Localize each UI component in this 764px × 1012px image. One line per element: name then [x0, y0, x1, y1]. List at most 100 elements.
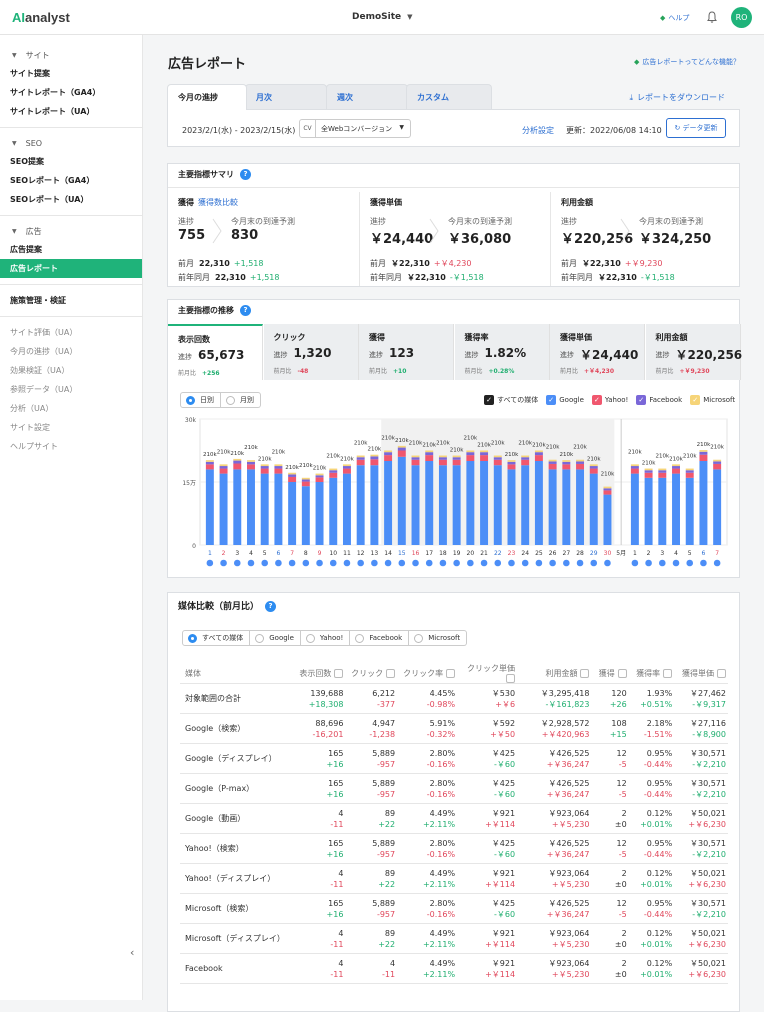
info-marker-icon	[659, 559, 666, 567]
download-report-link[interactable]: ⤓ レポートをダウンロード	[629, 92, 725, 103]
sidebar-item-effect[interactable]: 効果検証（UA）	[0, 361, 142, 380]
sidebar-item-analysis[interactable]: 分析（UA）	[0, 399, 142, 418]
bar-segment	[356, 455, 365, 458]
column-header[interactable]: 獲得単価	[674, 663, 728, 684]
table-cell: ￥923,064 +￥5,230	[517, 923, 592, 954]
x-tick-label: 21	[480, 550, 488, 557]
table-cell: 12 -5	[591, 833, 629, 864]
bar-data-label: 210k	[354, 441, 368, 447]
table-cell: ￥592 +￥50	[457, 713, 518, 744]
analysis-settings-link[interactable]: 分析設定	[522, 125, 554, 136]
sidebar-item-monthly-progress[interactable]: 今月の進捗（UA）	[0, 342, 142, 361]
column-header[interactable]: 表示回数	[293, 663, 346, 684]
sidebar-item-seo-report-ga4[interactable]: SEOレポート（GA4）	[0, 171, 142, 190]
info-marker-icon	[288, 559, 296, 567]
bar-segment	[658, 472, 667, 478]
table-cell: 4.49% +2.11%	[397, 953, 458, 984]
tab-weekly[interactable]: 週次	[326, 84, 408, 110]
bar-segment	[452, 465, 461, 545]
bar-segment	[315, 473, 324, 476]
bar-segment	[342, 468, 351, 474]
question-icon[interactable]: ?	[265, 601, 277, 612]
question-icon[interactable]: ?	[240, 169, 251, 180]
media-filter-option[interactable]: Facebook	[350, 630, 410, 646]
bar-segment	[589, 468, 598, 474]
tab-monthly[interactable]: 月次	[245, 84, 327, 110]
info-marker-icon	[521, 559, 529, 567]
sidebar-item-site-report-ua[interactable]: サイトレポート（UA）	[0, 102, 142, 121]
tab-this-month[interactable]: 今月の進捗	[167, 84, 247, 110]
column-header[interactable]: 利用金額	[517, 663, 592, 684]
sidebar-item-site-settings[interactable]: サイト設定	[0, 418, 142, 437]
table-cell: ￥923,064 +￥5,230	[517, 863, 592, 894]
checkbox-icon[interactable]	[446, 668, 456, 678]
avatar[interactable]: RO	[731, 7, 752, 28]
cv-value: 全Webコンバージョン	[321, 125, 393, 133]
media-filter-option[interactable]: Microsoft	[409, 630, 468, 646]
sidebar-item-seo-proposal[interactable]: SEO提案	[0, 152, 142, 171]
table-cell: 0.95% -0.44%	[628, 773, 675, 804]
date-range[interactable]: 2023/2/1(水) - 2023/2/15(水)	[182, 125, 295, 136]
bar-segment	[384, 450, 393, 453]
sidebar-item-site-eval[interactable]: サイト評価（UA）	[0, 323, 142, 342]
checkbox-icon[interactable]	[386, 668, 396, 678]
bell-icon[interactable]	[705, 10, 719, 24]
bar-segment	[576, 469, 585, 545]
progress-value: ￥24,440	[370, 232, 434, 247]
site-selector[interactable]: DemoSite ▼	[352, 12, 413, 22]
table-cell: 0.12% +0.01%	[628, 953, 675, 984]
bar-segment	[205, 464, 214, 470]
checkbox-icon[interactable]	[506, 674, 516, 683]
summary-card: 主要指標サマリ? 獲得 獲得数比較 進捗 755 今月末の到達予測 830 前月 22,310…	[167, 163, 740, 287]
info-marker-icon	[384, 559, 392, 567]
forecast-label: 今月末の到達予測	[448, 217, 512, 226]
column-header[interactable]: クリック	[345, 663, 398, 684]
bar-segment	[356, 457, 365, 460]
sidebar-section-site[interactable]: ▼ サイト	[0, 46, 142, 64]
app-logo[interactable]: AIanalyst	[12, 10, 70, 25]
download-icon: ⤓	[629, 93, 633, 102]
conversion-select[interactable]: CV 全Webコンバージョン ▼	[299, 119, 411, 138]
feature-help-link[interactable]: ◆ 広告レポートってどんな機能？	[634, 57, 740, 67]
sidebar-item-help-site[interactable]: ヘルプサイト	[0, 437, 142, 456]
checkbox-icon[interactable]	[617, 668, 627, 678]
prev-month-row: 前月 22,310 +1,518	[178, 259, 264, 268]
sidebar-item-measures[interactable]: 施策管理・検証	[0, 291, 142, 310]
bar-segment	[589, 473, 598, 545]
sidebar-item-ad-proposal[interactable]: 広告提案	[0, 240, 142, 259]
column-header[interactable]: クリック単価	[457, 663, 518, 684]
checkbox-icon[interactable]	[717, 668, 726, 678]
column-header[interactable]: 獲得	[591, 663, 629, 684]
column-header[interactable]: 媒体	[180, 663, 294, 684]
refresh-data-button[interactable]: ↻ データ更新	[666, 118, 726, 138]
bar-segment	[493, 459, 502, 466]
media-filter-option[interactable]: すべての媒体	[182, 630, 251, 646]
help-link[interactable]: ◆ ヘルプ	[660, 13, 689, 23]
sidebar-section-seo[interactable]: ▼ SEO	[0, 134, 142, 152]
table-cell: ￥923,064 +￥5,230	[517, 953, 592, 984]
bar-segment	[274, 466, 283, 469]
checkbox-icon[interactable]	[334, 668, 344, 678]
media-filter-option[interactable]: Google	[250, 630, 301, 646]
sidebar-item-ad-report[interactable]: 広告レポート	[0, 259, 142, 278]
bar-segment	[630, 473, 639, 545]
x-tick-label: 26	[549, 550, 557, 557]
checkbox-icon[interactable]	[663, 668, 673, 678]
table-cell: 12 -5	[591, 893, 629, 924]
sidebar-item-reference[interactable]: 参照データ（UA）	[0, 380, 142, 399]
column-header[interactable]: 獲得率	[628, 663, 675, 684]
trend-bar-chart: 30k15万0210k1210k2210k3210k4210k5210k6210…	[182, 417, 728, 567]
media-filter-option[interactable]: Yahoo!	[300, 630, 351, 646]
bar-segment	[233, 469, 242, 545]
sidebar-section-ads[interactable]: ▼ 広告	[0, 222, 142, 240]
column-header[interactable]: クリック率	[397, 663, 458, 684]
acquisition-compare-link[interactable]: 獲得数比較	[198, 198, 238, 207]
collapse-sidebar-icon[interactable]: ‹	[130, 946, 134, 959]
sidebar-item-site-proposal[interactable]: サイト提案	[0, 64, 142, 83]
tab-custom[interactable]: カスタム	[406, 84, 492, 110]
checkbox-icon[interactable]	[580, 668, 590, 678]
prev-year-row: 前年同月 ￥22,310 -￥1,518	[561, 273, 675, 282]
info-marker-icon	[494, 559, 502, 567]
sidebar-item-seo-report-ua[interactable]: SEOレポート（UA）	[0, 190, 142, 209]
sidebar-item-site-report-ga4[interactable]: サイトレポート（GA4）	[0, 83, 142, 102]
